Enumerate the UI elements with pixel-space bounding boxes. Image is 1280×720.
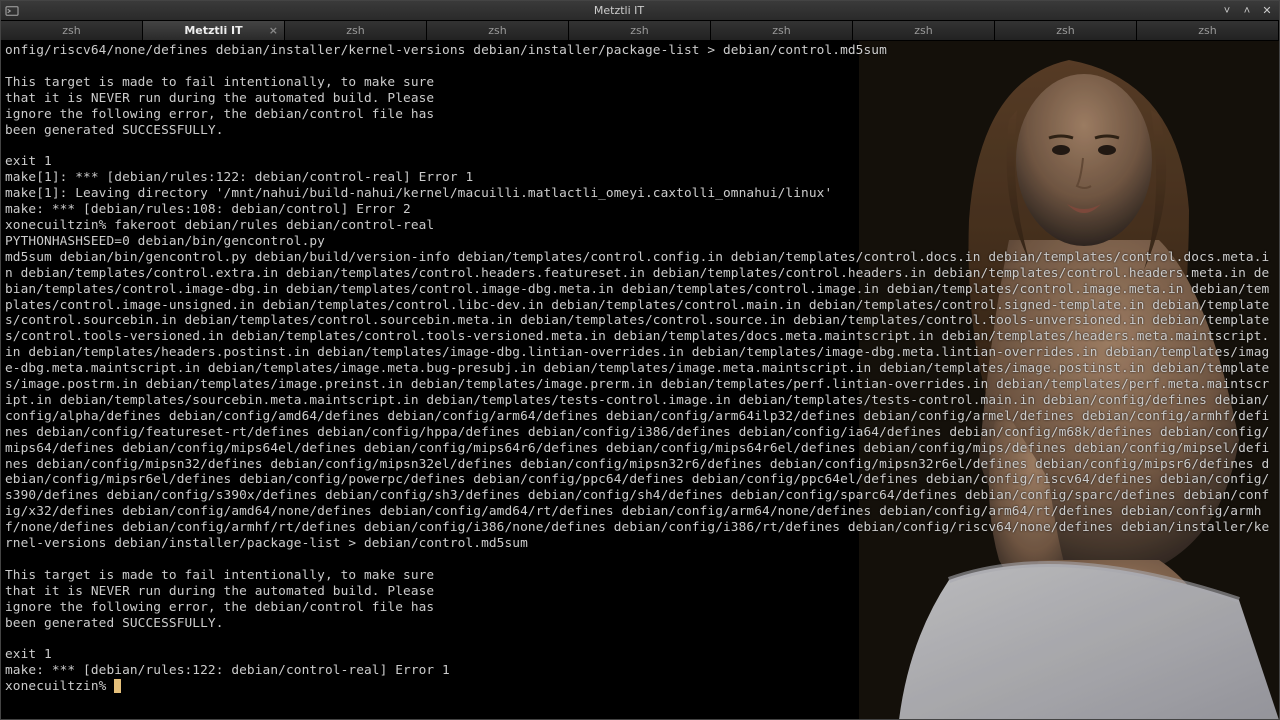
maximize-button[interactable]: ˄ [1239,4,1255,18]
tab-5[interactable]: zsh [711,21,853,40]
tab-label: zsh [1198,24,1216,37]
minimize-button[interactable]: ˅ [1219,4,1235,18]
tab-label: zsh [630,24,648,37]
tab-2[interactable]: zsh [285,21,427,40]
titlebar[interactable]: Metztli IT ˅ ˄ ✕ [1,1,1279,21]
tab-4[interactable]: zsh [569,21,711,40]
close-button[interactable]: ✕ [1259,4,1275,18]
terminal-window: Metztli IT ˅ ˄ ✕ zshMetztli IT×zshzshzsh… [0,0,1280,720]
tab-label: zsh [346,24,364,37]
tab-1[interactable]: Metztli IT × [143,21,285,40]
tab-3[interactable]: zsh [427,21,569,40]
tab-label: zsh [62,24,80,37]
tab-label: zsh [914,24,932,37]
terminal-output: onfig/riscv64/none/defines debian/instal… [5,43,1275,695]
tab-label: zsh [1056,24,1074,37]
cursor [114,679,121,693]
tab-8[interactable]: zsh [1137,21,1279,40]
tab-0[interactable]: zsh [1,21,143,40]
tab-label: Metztli IT [184,24,242,37]
terminal-viewport[interactable]: onfig/riscv64/none/defines debian/instal… [1,41,1279,719]
tab-bar: zsh Metztli IT × zsh zsh zsh zsh zsh zsh zsh [1,21,1279,41]
tab-label: zsh [488,24,506,37]
tab-6[interactable]: zsh [853,21,995,40]
window-title: Metztli IT [19,4,1219,17]
app-icon [5,5,19,17]
tab-7[interactable]: zsh [995,21,1137,40]
tab-close-icon[interactable]: × [269,24,278,37]
tab-label: zsh [772,24,790,37]
